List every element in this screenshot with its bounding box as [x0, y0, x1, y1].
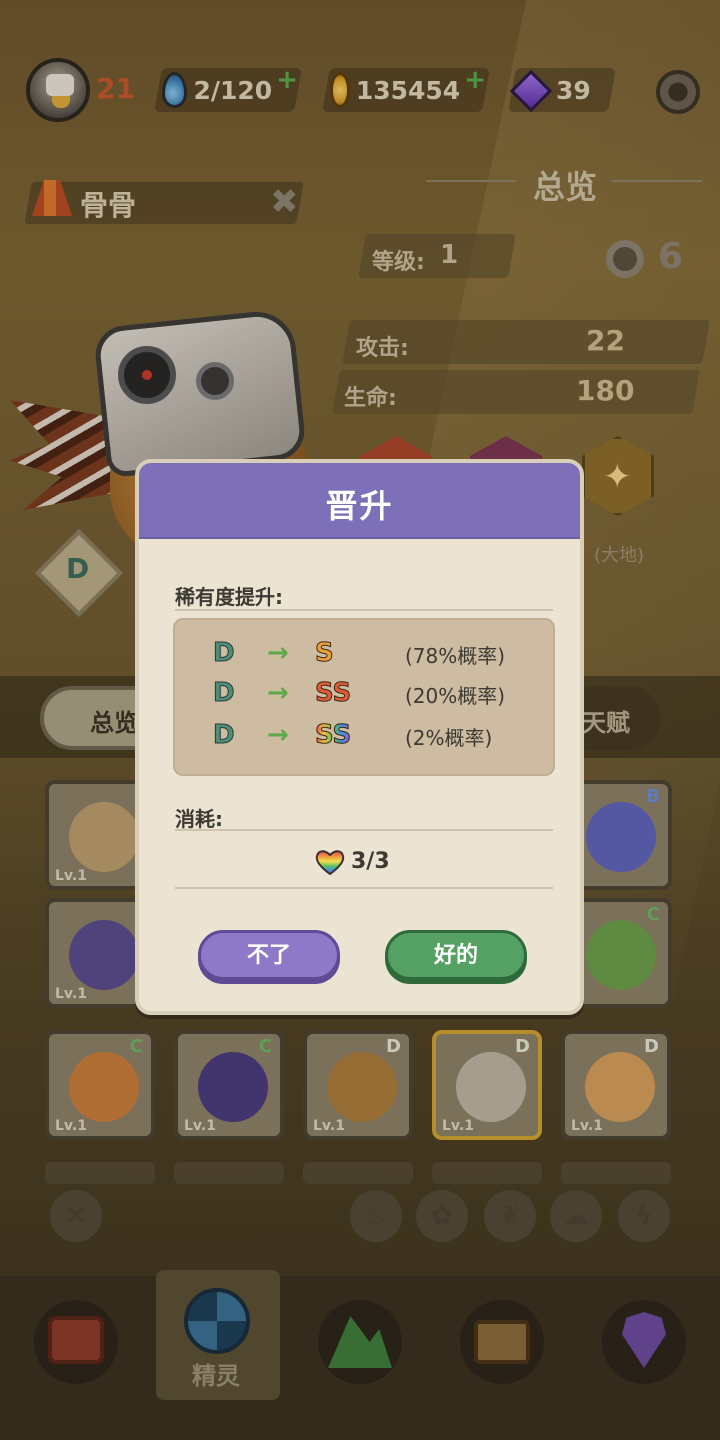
cancel-button[interactable]: 不了: [198, 930, 340, 980]
probability: (20%概率): [405, 684, 506, 708]
rank-from: D: [213, 638, 236, 669]
arrow-icon: →: [267, 678, 289, 708]
divider: [175, 887, 553, 889]
cost-value: 3/3: [351, 849, 390, 874]
rank-from: D: [213, 720, 236, 751]
cost-row: 3/3: [139, 846, 580, 880]
rarity-label: 稀有度提升:: [175, 585, 283, 609]
odds-row: D → SS (2%概率): [175, 720, 553, 756]
probability: (78%概率): [405, 644, 506, 668]
probability: (2%概率): [405, 726, 493, 750]
confirm-button[interactable]: 好的: [385, 930, 527, 980]
dialog-title: 晋升: [325, 487, 394, 525]
rank-to: SS: [314, 720, 352, 751]
rainbow-heart-icon: [315, 850, 345, 876]
odds-box: D → S (78%概率) D → SS (20%概率) D → SS (2%概…: [173, 618, 555, 776]
dialog-header: 晋升: [139, 463, 580, 539]
promotion-dialog: 晋升 稀有度提升: D → S (78%概率) D → SS (20%概率) D…: [135, 459, 584, 1015]
odds-row: D → S (78%概率): [175, 638, 553, 674]
odds-row: D → SS (20%概率): [175, 678, 553, 714]
rank-to: S: [315, 638, 335, 669]
arrow-icon: →: [267, 720, 289, 750]
rank-from: D: [213, 678, 236, 709]
arrow-icon: →: [267, 638, 289, 668]
divider: [175, 609, 553, 611]
rank-to: SS: [314, 678, 352, 709]
cost-label: 消耗:: [175, 807, 223, 831]
divider: [175, 829, 553, 831]
